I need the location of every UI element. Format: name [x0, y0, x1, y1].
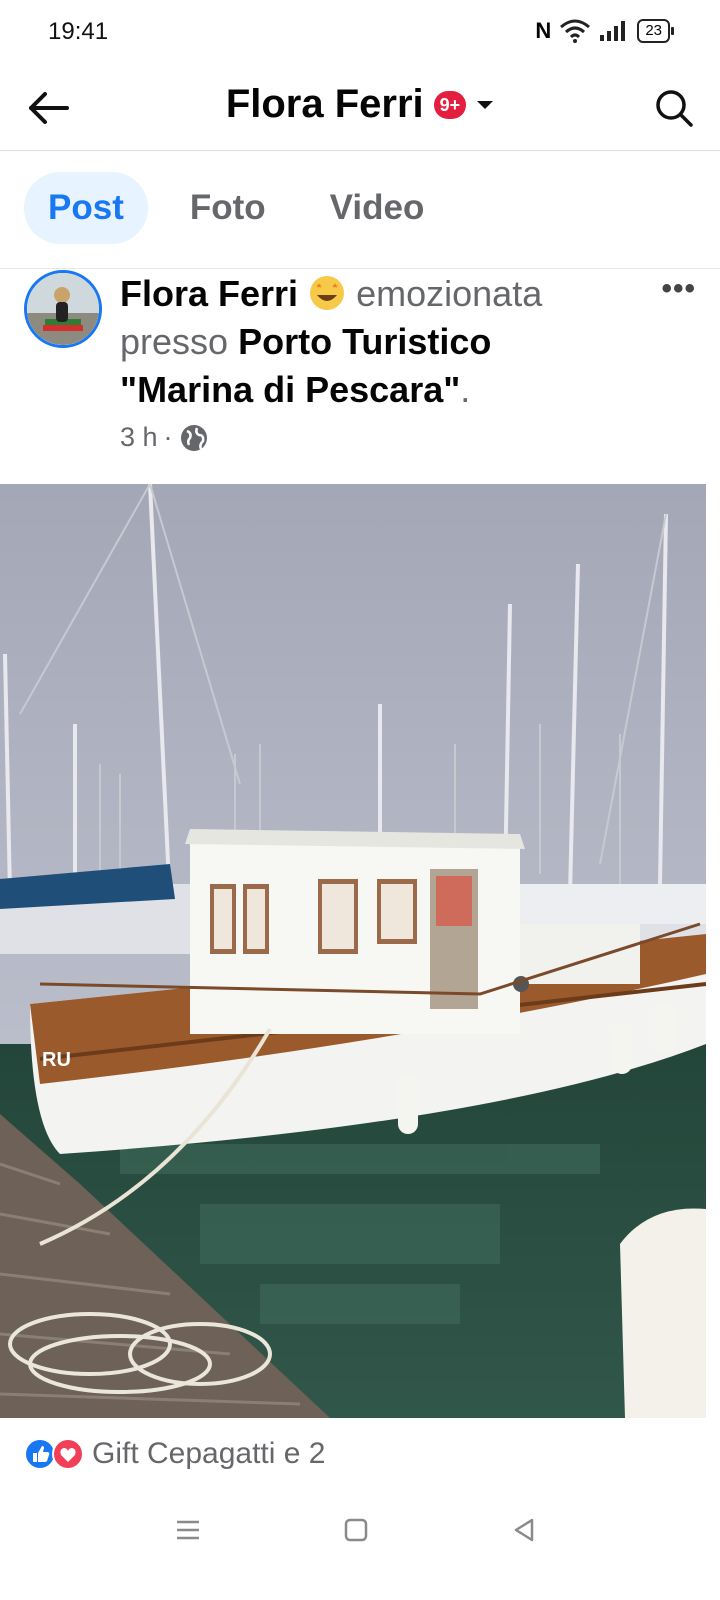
reaction-icons: [24, 1438, 84, 1470]
post-feeling: emozionata: [356, 273, 543, 314]
back-nav-button[interactable]: [504, 1510, 544, 1550]
divider: [0, 268, 720, 269]
profile-tabs: Post Foto Video: [24, 172, 466, 244]
page-title: Flora Ferri: [225, 82, 424, 126]
search-icon: [656, 90, 693, 127]
reactions-text: Gift Cepagatti e 2: [92, 1437, 326, 1470]
post-at-word: presso: [120, 321, 229, 362]
post-time[interactable]: 3 h: [120, 422, 158, 453]
nfc-icon: N: [535, 18, 552, 43]
wifi-icon: [560, 19, 591, 43]
globe-icon: [180, 424, 207, 451]
svg-text:RU: RU: [42, 1049, 71, 1071]
avatar[interactable]: [24, 270, 102, 348]
status-bar: 19:41 N 23: [0, 0, 720, 64]
more-options-icon[interactable]: •••: [661, 272, 696, 306]
square-icon: [344, 1518, 368, 1542]
home-button[interactable]: [336, 1510, 376, 1550]
status-icons: N 23: [535, 18, 674, 44]
menu-lines-icon: [177, 1520, 199, 1540]
reactions-summary[interactable]: Gift Cepagatti e 2: [24, 1432, 325, 1476]
status-time: 19:41: [48, 18, 109, 45]
tab-foto[interactable]: Foto: [148, 172, 308, 244]
tab-video[interactable]: Video: [308, 172, 467, 244]
love-reaction-icon: [52, 1438, 84, 1470]
avatar-photo: [27, 273, 99, 345]
search-button[interactable]: [650, 84, 698, 132]
triangle-back-icon: [514, 1518, 534, 1542]
signal-icon: [600, 21, 626, 41]
page-header: Flora Ferri 9+: [0, 64, 720, 151]
harbor-boat-photo: RU: [0, 484, 706, 1418]
meta-separator: ·: [163, 422, 173, 452]
post-photo[interactable]: RU: [0, 484, 706, 1418]
profile-switcher[interactable]: Flora Ferri 9+: [0, 82, 720, 127]
tab-post[interactable]: Post: [24, 172, 148, 244]
battery-indicator: 23: [637, 19, 674, 43]
post-meta: 3 h ·: [120, 422, 209, 453]
post-period: .: [460, 369, 471, 410]
recents-button[interactable]: [168, 1510, 208, 1550]
post-author[interactable]: Flora Ferri: [120, 273, 298, 314]
star-struck-emoji-icon: [310, 276, 345, 310]
post-header-text: Flora Ferri emozionata presso Porto Turi…: [120, 270, 630, 414]
notification-badge: 9+: [433, 90, 467, 119]
caret-down-icon: [477, 100, 494, 109]
